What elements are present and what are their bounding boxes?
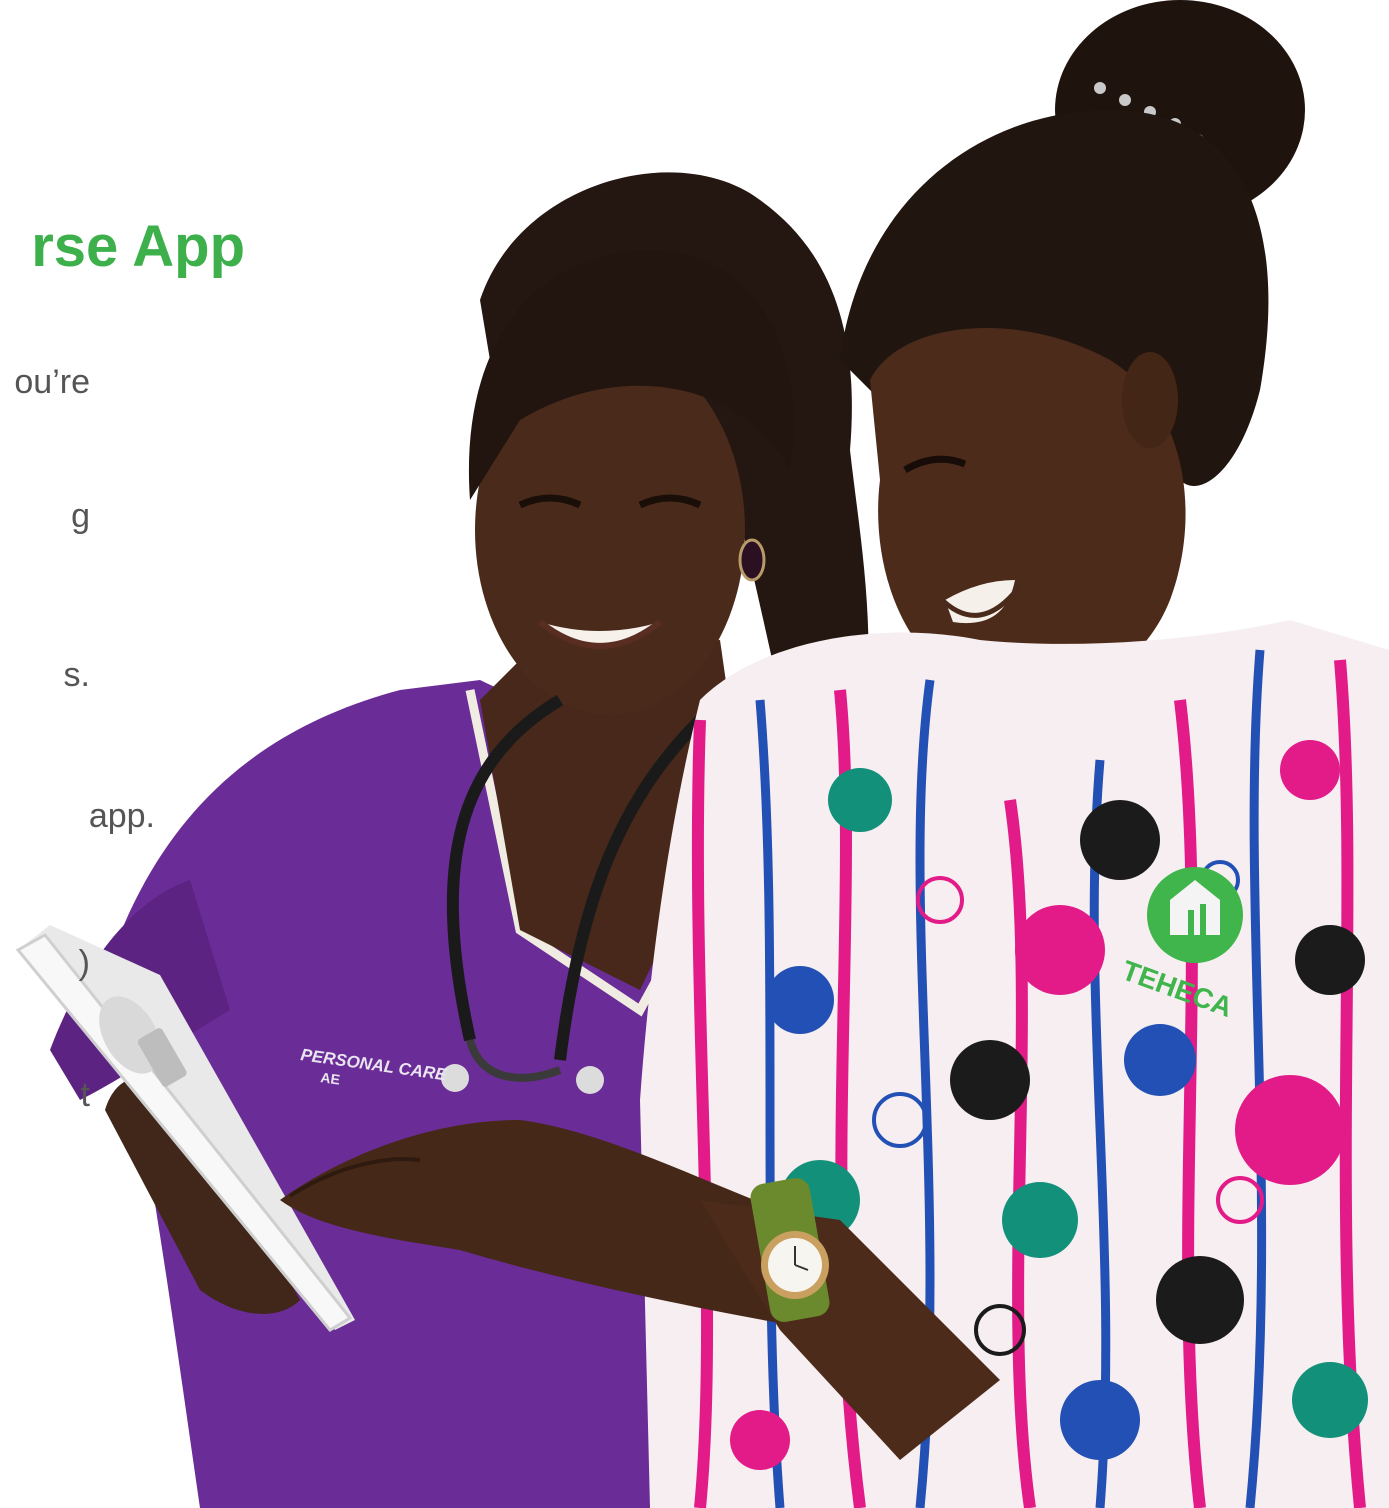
body-text-fragment-5: ) bbox=[78, 944, 90, 982]
patterned-shirt: TEHECA bbox=[640, 620, 1389, 1508]
body-text-fragment-6: t bbox=[80, 1076, 90, 1114]
scrub-label-line2: AE bbox=[320, 1069, 341, 1088]
body-text-fragment-2: g bbox=[71, 497, 90, 535]
body-text-fragment-1: ou’re bbox=[14, 363, 90, 401]
body-text-fragment-3: s. bbox=[63, 656, 90, 694]
page-heading: rse App bbox=[31, 214, 245, 279]
teheca-logo-icon bbox=[1147, 867, 1243, 963]
body-text-fragment-4: app. bbox=[88, 797, 155, 835]
